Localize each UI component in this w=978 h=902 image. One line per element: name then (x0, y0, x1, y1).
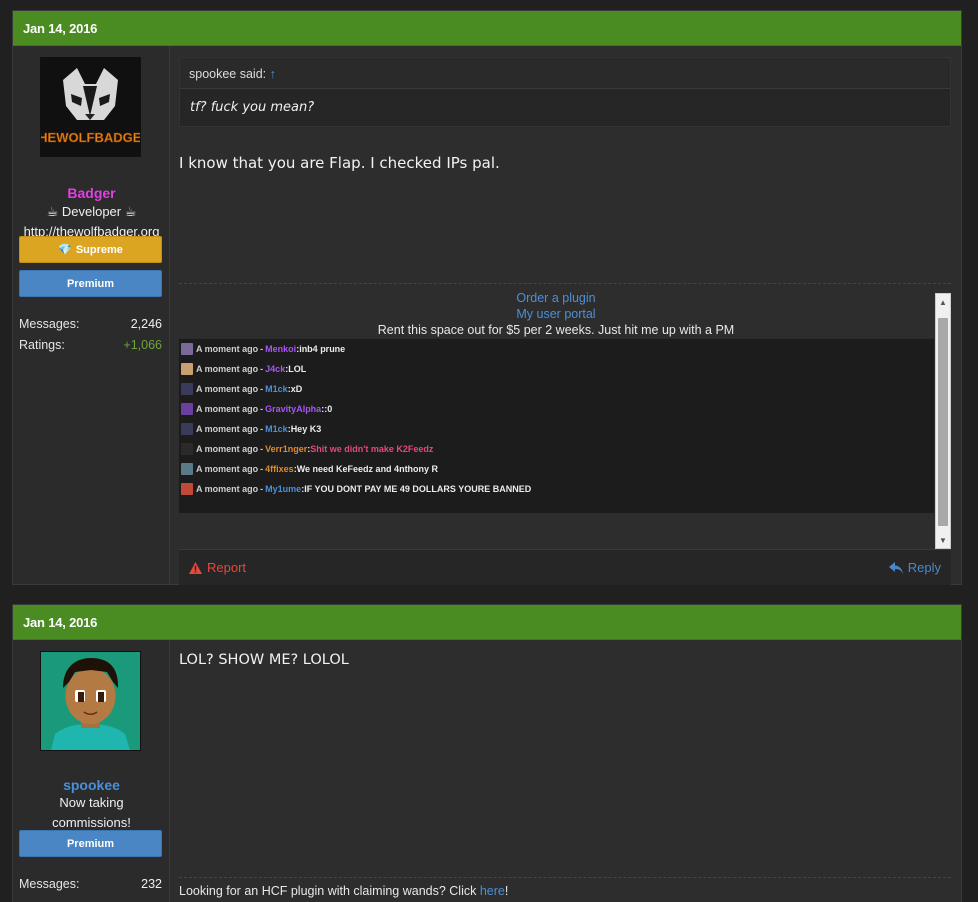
shout-user[interactable]: My1ume (265, 484, 301, 494)
shout-separator: - (260, 444, 264, 454)
link-here[interactable]: here (480, 884, 505, 898)
user-avatar-icon[interactable] (181, 383, 193, 395)
shout-user[interactable]: Verr1nger (265, 444, 307, 454)
user-avatar-icon[interactable] (181, 363, 193, 375)
post-date: Jan 14, 2016 (13, 605, 961, 640)
shout-time: A moment ago (196, 404, 259, 414)
user-avatar-icon[interactable] (181, 343, 193, 355)
shout-user[interactable]: M1ck (265, 424, 288, 434)
shout-separator: - (260, 424, 264, 434)
shout-user[interactable]: 4ffixes (265, 464, 294, 474)
coffee-icon: ☕ (124, 204, 137, 219)
shout-user[interactable]: Menkoi (265, 344, 296, 354)
quote-jump-arrow-icon[interactable]: ↑ (270, 67, 276, 81)
quote-text: tf? fuck you mean? (190, 100, 315, 115)
shout-user[interactable]: J4ck (265, 364, 285, 374)
link-order-plugin[interactable]: Order a plugin (179, 290, 933, 306)
user-avatar-icon[interactable] (181, 443, 193, 455)
shout-separator: - (260, 344, 264, 354)
username[interactable]: Badger (13, 185, 170, 201)
avatar[interactable] (40, 651, 141, 751)
signature: Order a plugin My user portal Rent this … (179, 290, 933, 338)
user-title-line1: Now taking (59, 795, 124, 810)
shout-time: A moment ago (196, 444, 259, 454)
shout-message: xD (290, 384, 303, 394)
shout-time: A moment ago (196, 484, 259, 494)
shout-row: A moment ago - GravityAlpha: :0 (179, 399, 934, 419)
warning-icon (189, 561, 202, 574)
message-body: spookee said: ↑ tf? fuck you mean? I kno… (171, 46, 961, 585)
shout-message: Hey K3 (290, 424, 322, 434)
shout-time: A moment ago (196, 364, 259, 374)
user-avatar-icon[interactable] (181, 423, 193, 435)
scroll-up-icon[interactable]: ▲ (936, 294, 950, 310)
post-date: Jan 14, 2016 (13, 11, 961, 46)
quote-block: spookee said: ↑ tf? fuck you mean? (179, 57, 951, 127)
shout-message: :0 (324, 404, 333, 414)
user-avatar-icon[interactable] (181, 403, 193, 415)
user-avatar-icon[interactable] (181, 483, 193, 495)
shout-time: A moment ago (196, 464, 259, 474)
shout-time: A moment ago (196, 384, 259, 394)
signature-note: Rent this space out for $5 per 2 weeks. … (377, 323, 735, 337)
reply-button[interactable]: Reply (888, 560, 941, 575)
shout-row: A moment ago -4ffixes: We need KeFeedz an… (179, 459, 934, 479)
scrollbar[interactable]: ▲ ▼ (935, 293, 951, 549)
user-info: THEWOLFBADGER Badger ☕ Developer ☕ http:… (13, 46, 170, 584)
shout-time: A moment ago (196, 424, 259, 434)
user-title-line2: commissions! (52, 815, 131, 830)
shout-separator: - (260, 484, 264, 494)
shout-separator: - (260, 464, 264, 474)
shout-separator: - (260, 384, 264, 394)
message-text: LOL? SHOW ME? LOLOL (179, 652, 349, 668)
svg-text:THEWOLFBADGER: THEWOLFBADGER (41, 130, 140, 145)
shout-user[interactable]: GravityAlpha (265, 404, 321, 414)
user-title: ☕ Developer ☕ (46, 204, 137, 219)
shout-message: We need KeFeedz and 4nthony R (296, 464, 439, 474)
shout-user[interactable]: M1ck (265, 384, 288, 394)
stat-ratings: Ratings: +1,066 (19, 338, 162, 352)
user-info: spookee Now taking commissions! Premium … (13, 640, 170, 902)
signature-divider (179, 283, 951, 284)
shout-message: IF YOU DONT PAY ME 49 DOLLARS YOURE BANN… (304, 484, 532, 494)
stat-messages: Messages: 232 (19, 877, 162, 891)
scroll-thumb[interactable] (938, 318, 948, 526)
shout-message: Shit we didn't make K2Feedz (310, 444, 434, 454)
post-1: Jan 14, 2016 THEWOLFBADGER Badger ☕ Deve… (12, 10, 962, 585)
badger-avatar-image: THEWOLFBADGER (41, 58, 140, 156)
badge-premium: Premium (19, 270, 162, 297)
badge-premium: Premium (19, 830, 162, 857)
shout-row: A moment ago - M1ck: Hey K3 (179, 419, 934, 439)
shout-row: A moment ago - M1ck: xD (179, 379, 934, 399)
signature-divider (179, 877, 951, 878)
shout-row: A moment ago - J4ck: LOL (179, 359, 934, 379)
shout-time: A moment ago (196, 344, 259, 354)
badge-supreme: 💎 Supreme (19, 236, 162, 263)
stat-messages: Messages: 2,246 (19, 317, 162, 331)
coffee-icon: ☕ (46, 204, 59, 219)
avatar[interactable]: THEWOLFBADGER (40, 57, 141, 157)
user-avatar-icon[interactable] (181, 463, 193, 475)
shout-separator: - (260, 404, 264, 414)
reply-arrow-icon (888, 561, 903, 574)
message-text: I know that you are Flap. I checked IPs … (179, 154, 500, 172)
shout-separator: - (260, 364, 264, 374)
spookee-avatar-image (41, 652, 140, 750)
link-user-portal[interactable]: My user portal (179, 306, 933, 322)
report-button[interactable]: Report (189, 560, 246, 575)
shout-message: LOL (288, 364, 307, 374)
quote-header: spookee said: ↑ (180, 58, 950, 89)
diamond-icon: 💎 (58, 244, 72, 256)
shout-row: A moment ago - My1ume: IF YOU DONT PAY ME … (179, 479, 934, 499)
post-actions: Report Reply (179, 549, 951, 585)
shout-row: A moment ago - Verr1nger: Shit we didn't m… (179, 439, 934, 459)
post-2: Jan 14, 2016 spookee Now taking commissi… (12, 604, 962, 902)
scroll-down-icon[interactable]: ▼ (936, 532, 950, 548)
username[interactable]: spookee (13, 777, 170, 793)
message-body: LOL? SHOW ME? LOLOL Looking for an HCF p… (171, 640, 961, 902)
signature: Looking for an HCF plugin with claiming … (179, 884, 509, 898)
shout-row: A moment ago - Menkoi: inb4 prune (179, 339, 934, 359)
shout-message: inb4 prune (299, 344, 346, 354)
shoutbox: A moment ago - Menkoi: inb4 prune A moment … (179, 338, 934, 513)
